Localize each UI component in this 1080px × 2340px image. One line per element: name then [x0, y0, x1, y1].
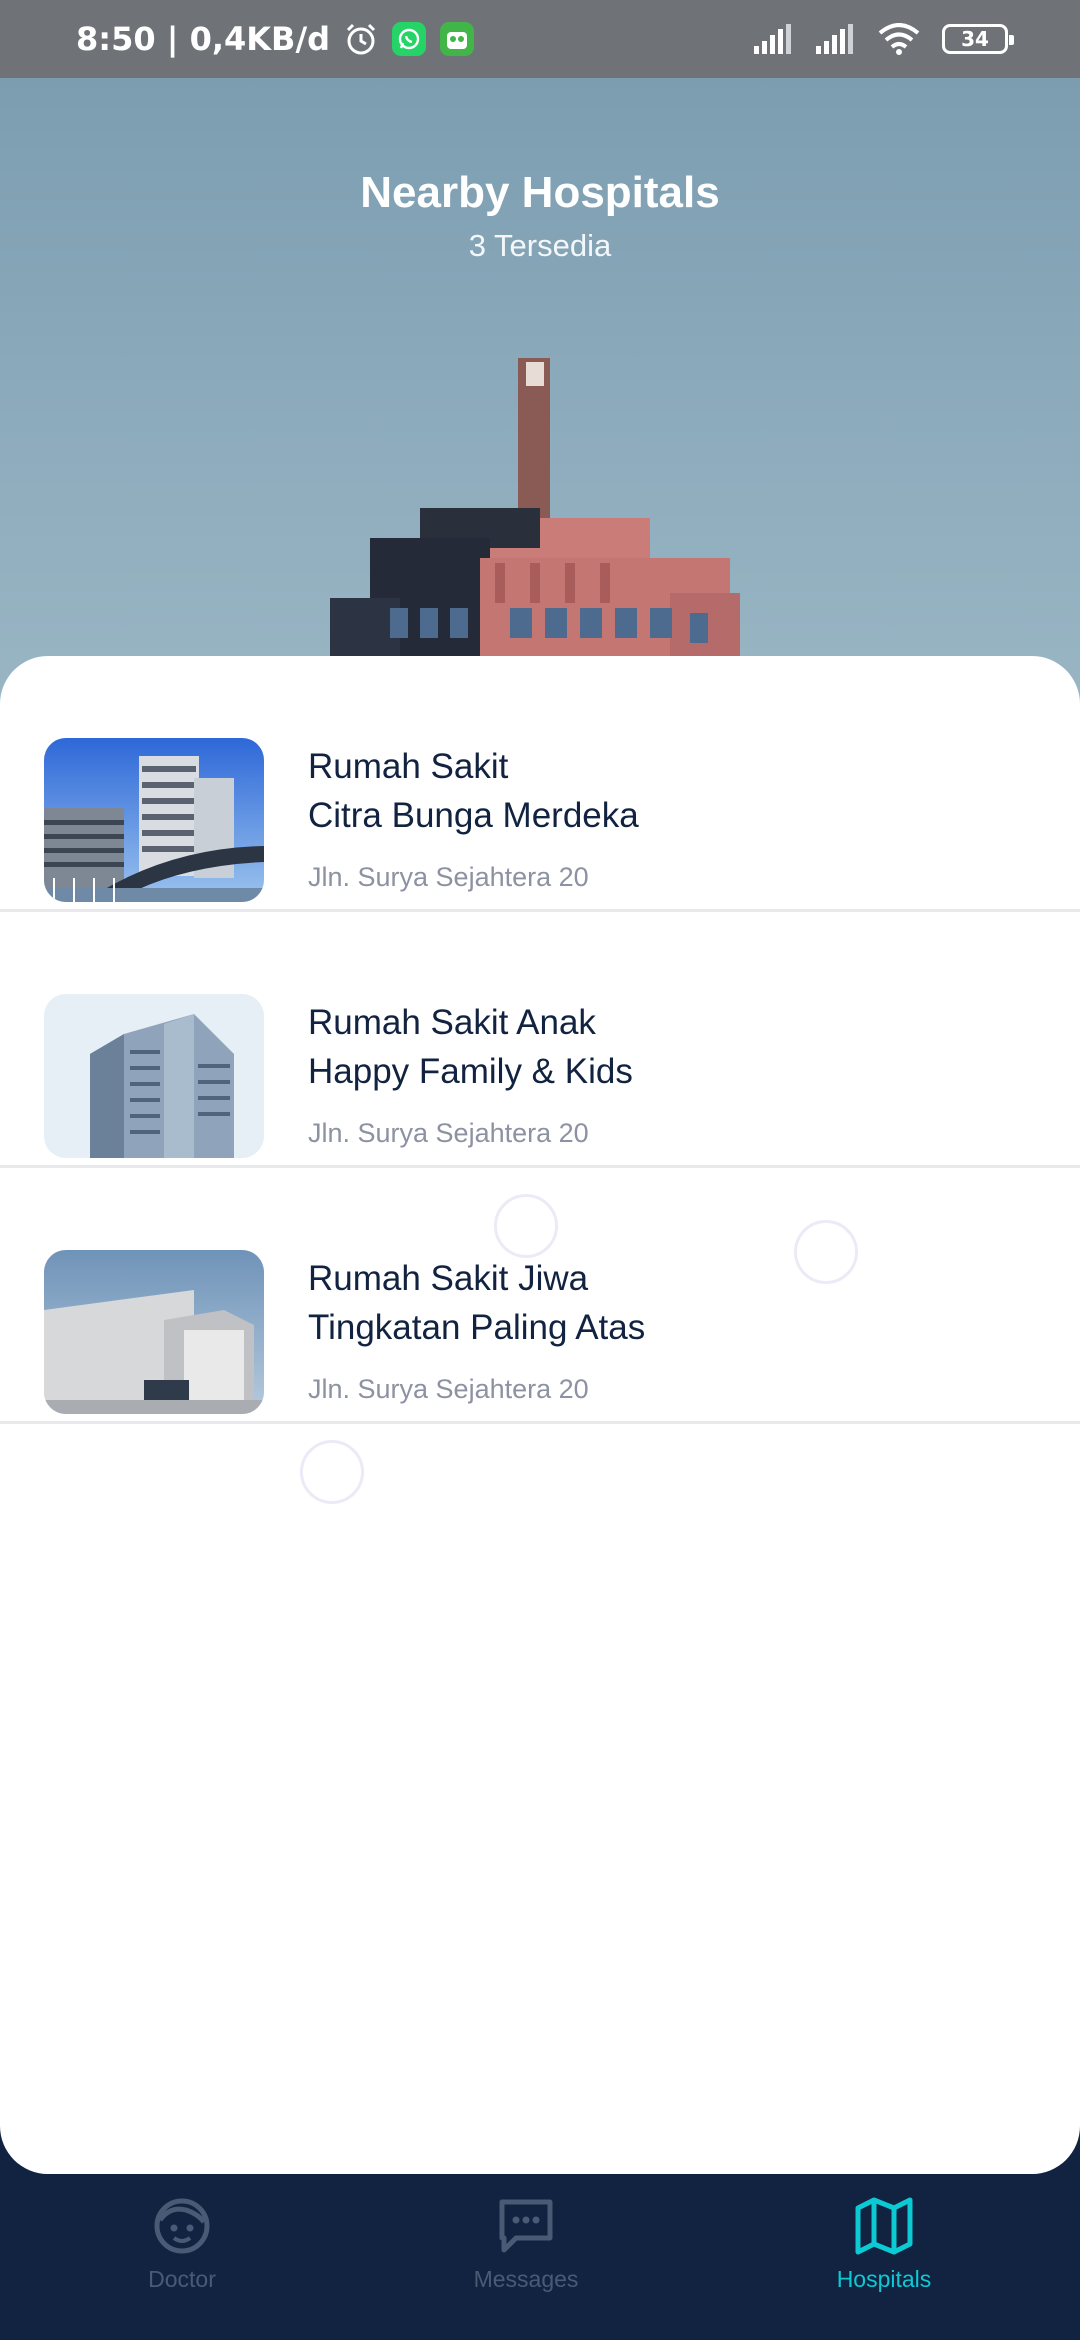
nav-item-messages[interactable]: Messages	[406, 2196, 646, 2293]
nav-item-doctor[interactable]: Doctor	[62, 2196, 302, 2293]
messages-icon	[499, 2199, 553, 2253]
touch-ripple	[794, 1220, 858, 1284]
whatsapp-icon	[392, 22, 427, 56]
hero-header: Nearby Hospitals 3 Tersedia	[0, 78, 1080, 718]
status-left: 8:50 | 0,4KB/d	[76, 20, 475, 58]
signal-icon-2	[816, 24, 853, 54]
hospital-name: Rumah Sakit Anak Happy Family & Kids	[308, 1003, 633, 1091]
battery-icon: 34	[942, 24, 1014, 54]
hospital-list-item[interactable]: Rumah Sakit Citra Bunga Merdeka Jln. Sur…	[0, 656, 1080, 912]
page-title: Nearby Hospitals	[360, 168, 720, 217]
nav-label-doctor: Doctor	[148, 2266, 216, 2292]
hospital-thumbnail	[44, 738, 264, 902]
map-icon	[855, 2197, 913, 2255]
touch-ripple	[300, 1440, 364, 1504]
hospital-list: Rumah Sakit Citra Bunga Merdeka Jln. Sur…	[0, 656, 1080, 2174]
hospital-address: Jln. Surya Sejahtera 20	[308, 1374, 589, 1404]
tokopedia-icon	[440, 22, 475, 56]
doctor-face-icon	[154, 2198, 210, 2254]
status-time: 8:50 | 0,4KB/d	[76, 20, 331, 58]
hospital-thumbnail	[44, 1250, 264, 1414]
hospital-name: Rumah Sakit Jiwa Tingkatan Paling Atas	[308, 1259, 646, 1347]
hospital-address: Jln. Surya Sejahtera 20	[308, 862, 589, 892]
wifi-icon	[878, 23, 920, 55]
hospital-list-item[interactable]: Rumah Sakit Anak Happy Family & Kids Jln…	[0, 912, 1080, 1168]
touch-ripple	[494, 1194, 558, 1258]
nav-item-hospitals[interactable]: Hospitals	[764, 2196, 1004, 2293]
status-right: 34	[754, 23, 1014, 55]
signal-icon	[754, 24, 791, 54]
hospital-name: Rumah Sakit Citra Bunga Merdeka	[308, 747, 639, 835]
status-bar: 8:50 | 0,4KB/d 34	[0, 0, 1080, 78]
page-subtitle: 3 Tersedia	[468, 228, 612, 263]
hospital-address: Jln. Surya Sejahtera 20	[308, 1118, 589, 1148]
nav-label-messages: Messages	[473, 2266, 579, 2292]
nav-label-hospitals: Hospitals	[836, 2266, 932, 2292]
alarm-icon	[346, 23, 376, 55]
hospital-thumbnail	[44, 994, 264, 1158]
